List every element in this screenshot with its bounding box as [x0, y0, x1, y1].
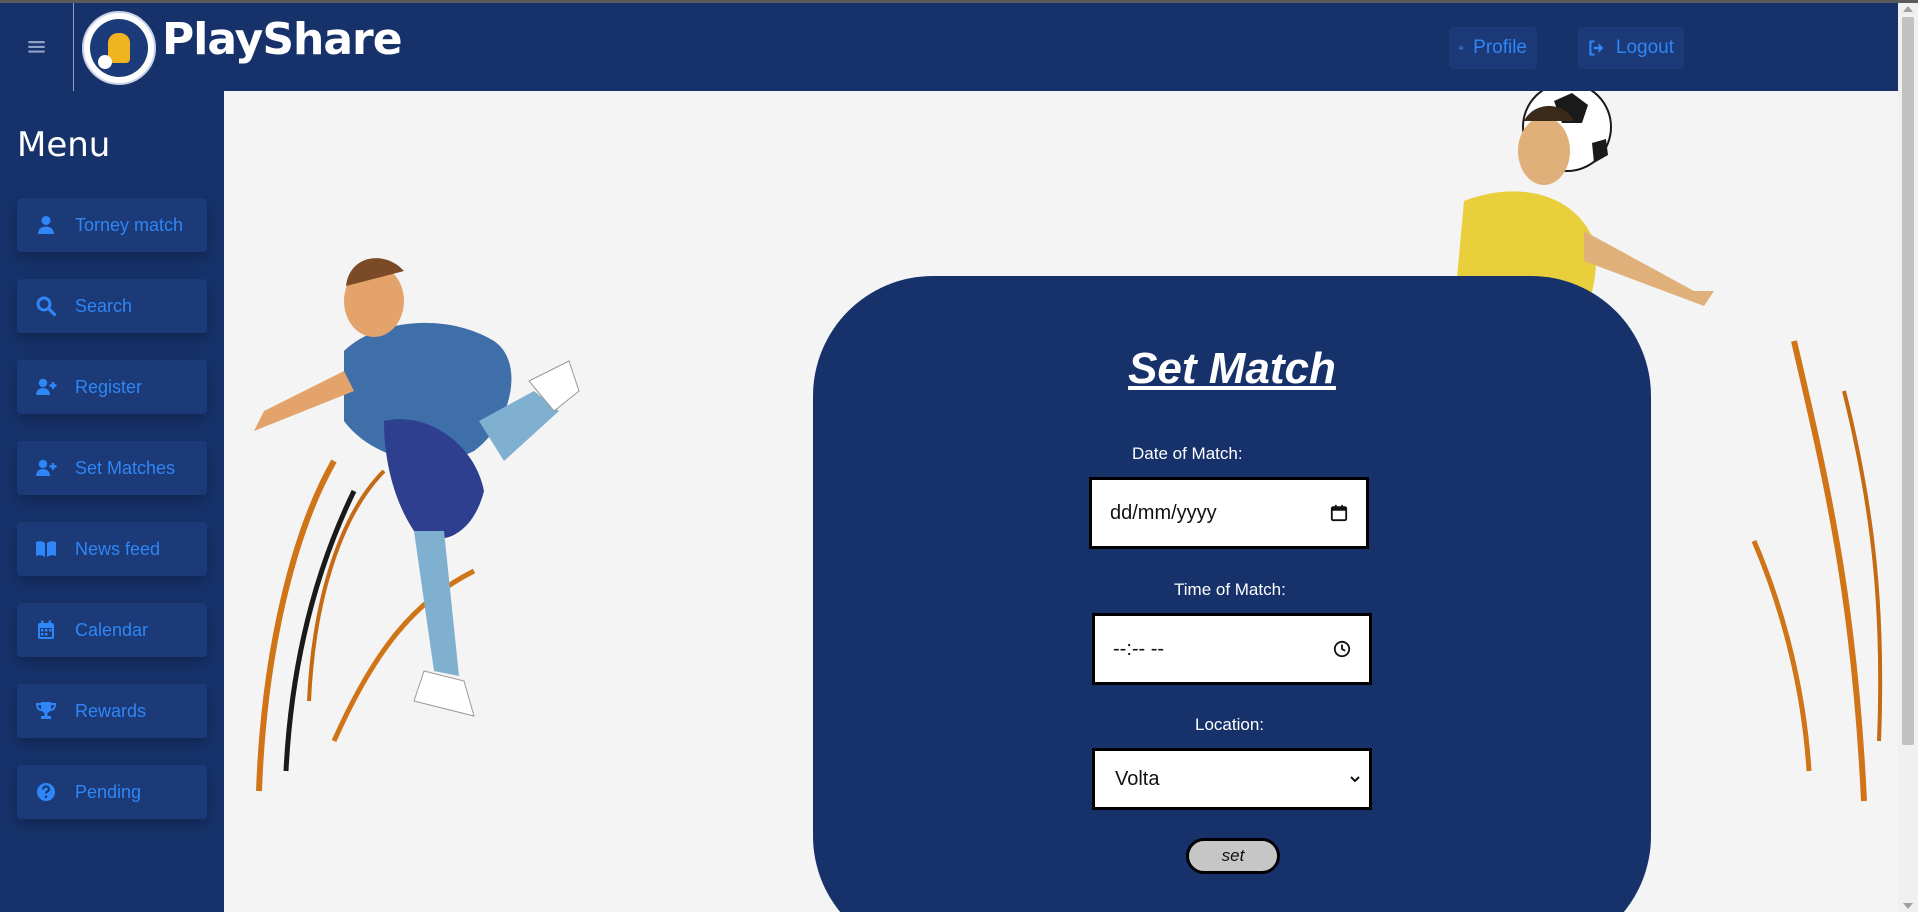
sidebar-item-set-matches[interactable]: Set Matches: [17, 441, 207, 495]
sidebar-item-rewards[interactable]: Rewards: [17, 684, 207, 738]
user-icon: [38, 216, 54, 234]
calendar-icon[interactable]: [1330, 504, 1348, 522]
scrollbar-thumb[interactable]: [1902, 17, 1914, 745]
page-scrollbar[interactable]: [1898, 3, 1918, 912]
left-soccer-player-illustration: [254, 258, 580, 792]
date-label: Date of Match:: [1132, 444, 1243, 463]
sidebar-item-calendar[interactable]: Calendar: [17, 603, 207, 657]
sidebar-item-label: News feed: [75, 538, 161, 559]
sidebar-item-label: Torney match: [75, 214, 184, 235]
sidebar-item-label: Pending: [75, 781, 142, 802]
sidebar-item-label: Rewards: [75, 700, 147, 721]
trophy-icon: [35, 702, 57, 719]
user-plus-icon: [36, 378, 57, 395]
set-match-form: Set Match Date of Match: dd/mm/yyyy Time…: [813, 276, 1651, 912]
profile-button[interactable]: Profile: [1449, 27, 1537, 69]
logout-label: Logout: [1615, 37, 1674, 58]
sidebar-item-label: Calendar: [75, 619, 149, 640]
location-select[interactable]: Volta: [1092, 748, 1372, 810]
book-open-icon: [36, 541, 56, 557]
sidebar: Menu Torney match Search Register Set Ma…: [0, 91, 224, 912]
sidebar-item-label: Search: [75, 295, 133, 316]
main-content: Set Match Date of Match: dd/mm/yyyy Time…: [224, 91, 1898, 912]
sidebar-item-register[interactable]: Register: [17, 360, 207, 414]
sidebar-item-label: Register: [75, 376, 143, 397]
profile-label: Profile: [1473, 37, 1527, 58]
sign-out-icon: [1589, 40, 1604, 56]
playshare-logo[interactable]: [82, 11, 156, 85]
sidebar-item-label: Set Matches: [75, 457, 176, 478]
sidebar-item-torney-match[interactable]: Torney match: [17, 198, 207, 252]
sidebar-item-pending[interactable]: Pending: [17, 765, 207, 819]
scroll-down-arrow-icon[interactable]: [1903, 903, 1913, 909]
location-value: Volta: [1115, 767, 1160, 790]
search-icon: [36, 296, 57, 317]
time-input[interactable]: --:-- --: [1092, 613, 1372, 685]
brand-title[interactable]: PlayShare: [162, 14, 403, 65]
question-circle-icon: [37, 783, 55, 801]
chevron-down-icon: [1350, 776, 1360, 783]
sidebar-item-news-feed[interactable]: News feed: [17, 522, 207, 576]
logout-button[interactable]: Logout: [1578, 27, 1684, 69]
scroll-up-arrow-icon[interactable]: [1903, 6, 1913, 12]
sidebar-item-search[interactable]: Search: [17, 279, 207, 333]
date-placeholder: dd/mm/yyyy: [1110, 501, 1217, 524]
clock-icon[interactable]: [1333, 640, 1351, 658]
sidebar-title: Menu: [17, 125, 111, 165]
calendar-icon: [38, 620, 54, 639]
date-input[interactable]: dd/mm/yyyy: [1089, 477, 1369, 549]
time-label: Time of Match:: [1174, 580, 1286, 599]
user-circle-icon: [1459, 46, 1463, 50]
location-label: Location:: [1195, 715, 1264, 734]
user-plus-icon: [36, 459, 57, 476]
hamburger-icon[interactable]: ≡: [0, 3, 74, 91]
form-title: Set Match: [1128, 344, 1336, 393]
time-placeholder: --:-- --: [1113, 637, 1165, 660]
set-button[interactable]: set: [1186, 838, 1280, 874]
